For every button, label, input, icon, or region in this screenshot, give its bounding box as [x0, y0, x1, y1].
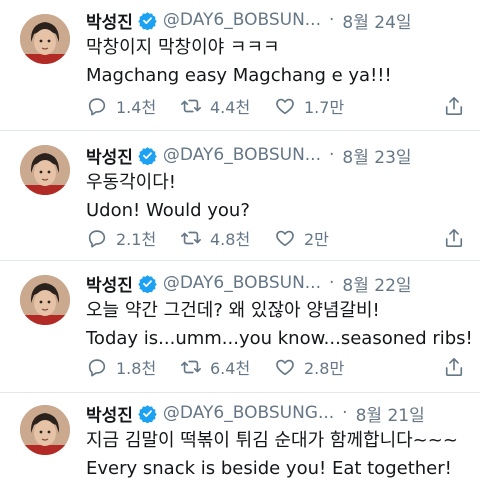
avatar[interactable] [20, 14, 70, 64]
retweet-count: 4.4천 [210, 98, 251, 117]
tweet-text: 막창이지 막창이야 ㅋㅋㅋ Magchang easy Magchang e y… [86, 34, 472, 90]
tweet-text: 오늘 약간 그건데? 왜 있잖아 양념갈비! Today is...umm...… [86, 297, 473, 353]
retweet-icon [181, 99, 201, 113]
retweet-button[interactable]: 6.4천 [180, 355, 274, 379]
author-handle[interactable]: @DAY6_BOBSUN... [163, 10, 321, 30]
tweet[interactable]: 박성진 @DAY6_BOBSUN... · 8월 22일 오늘 약간 그건데? … [0, 261, 480, 393]
reply-icon [88, 359, 106, 377]
reply-button[interactable]: 1.4천 [86, 94, 180, 118]
like-count: 2만 [304, 230, 329, 249]
tweet-text-english: Udon! Would you? [86, 200, 250, 221]
author-handle[interactable]: @DAY6_BOBSUN... [163, 145, 321, 165]
like-button[interactable]: 1.7만 [274, 94, 368, 118]
tweet-actions: 1.8천 6.4천 2.8만 [86, 354, 464, 380]
author-handle[interactable]: @DAY6_BOBSUN... [163, 273, 321, 293]
tweet-actions: 1.4천 4.4천 1.7만 [86, 93, 464, 119]
author-handle[interactable]: @DAY6_BOBSUNG... [163, 403, 334, 423]
like-count: 1.7만 [304, 98, 345, 117]
share-button[interactable] [444, 95, 464, 117]
reply-count: 2.1천 [116, 230, 157, 249]
retweet-count: 4.8천 [210, 230, 251, 249]
author-name[interactable]: 박성진 [86, 143, 133, 168]
reply-button[interactable]: 1.8천 [86, 355, 180, 379]
verified-badge-icon [138, 11, 157, 30]
tweet-feed: 박성진 @DAY6_BOBSUN... · 8월 24일 막창이지 막창이야 ㅋ… [0, 0, 480, 489]
tweet-text-korean: 오늘 약간 그건데? 왜 있잖아 양념갈비! [86, 300, 380, 321]
tweet[interactable]: 박성진 @DAY6_BOBSUNG... · 8월 21일 지금 김말이 떡볶이… [0, 393, 480, 489]
share-button[interactable] [444, 356, 464, 378]
tweet-text-korean: 우동각이다! [86, 172, 177, 193]
author-name[interactable]: 박성진 [86, 8, 133, 33]
tweet-text: 지금 김말이 떡볶이 튀김 순대가 함께합니다~~~ Every snack i… [86, 427, 472, 483]
share-icon [445, 358, 463, 376]
avatar[interactable] [20, 275, 70, 325]
reply-icon [88, 98, 106, 116]
like-icon [276, 359, 294, 376]
tweet-text-english: Today is...umm...you know...seasoned rib… [86, 328, 473, 349]
tweet-header: 박성진 @DAY6_BOBSUN... · 8월 23일 [86, 143, 466, 167]
verified-badge-icon [138, 146, 157, 165]
separator-dot: · [329, 10, 335, 30]
author-name[interactable]: 박성진 [86, 271, 133, 296]
reply-count: 1.4천 [116, 98, 157, 117]
tweet-date[interactable]: 8월 21일 [356, 401, 425, 426]
tweet-date[interactable]: 8월 22일 [342, 271, 411, 296]
retweet-count: 6.4천 [210, 359, 251, 378]
share-icon [445, 97, 463, 115]
share-button[interactable] [444, 227, 464, 249]
like-count: 2.8만 [304, 359, 345, 378]
tweet-text-english: Magchang easy Magchang e ya!!! [86, 65, 392, 86]
verified-badge-icon [138, 274, 157, 293]
verified-badge-icon [138, 404, 157, 423]
reply-icon [88, 230, 106, 248]
tweet-text-english: Every snack is beside you! Eat together! [86, 458, 452, 479]
avatar[interactable] [20, 145, 70, 195]
author-name[interactable]: 박성진 [86, 401, 133, 426]
retweet-icon [181, 231, 201, 245]
tweet-actions: 2.1천 4.8천 2만 [86, 225, 464, 251]
tweet[interactable]: 박성진 @DAY6_BOBSUN... · 8월 24일 막창이지 막창이야 ㅋ… [0, 0, 480, 131]
tweet-header: 박성진 @DAY6_BOBSUNG... · 8월 21일 [86, 401, 466, 425]
tweet-text: 우동각이다! Udon! Would you? [86, 169, 472, 225]
tweet-date[interactable]: 8월 24일 [342, 8, 411, 33]
like-button[interactable]: 2만 [274, 226, 368, 250]
like-icon [276, 98, 294, 115]
tweet-header: 박성진 @DAY6_BOBSUN... · 8월 24일 [86, 8, 466, 32]
separator-dot: · [329, 145, 335, 165]
retweet-button[interactable]: 4.4천 [180, 94, 274, 118]
avatar[interactable] [20, 405, 70, 455]
reply-count: 1.8천 [116, 359, 157, 378]
tweet-date[interactable]: 8월 23일 [342, 143, 411, 168]
retweet-button[interactable]: 4.8천 [180, 226, 274, 250]
tweet-text-korean: 지금 김말이 떡볶이 튀김 순대가 함께합니다~~~ [86, 430, 458, 451]
reply-button[interactable]: 2.1천 [86, 226, 180, 250]
retweet-icon [181, 360, 201, 374]
like-icon [276, 230, 294, 247]
tweet-header: 박성진 @DAY6_BOBSUN... · 8월 22일 [86, 271, 466, 295]
tweet-text-korean: 막창이지 막창이야 ㅋㅋㅋ [86, 37, 280, 58]
share-icon [445, 229, 463, 247]
tweet[interactable]: 박성진 @DAY6_BOBSUN... · 8월 23일 우동각이다! Udon… [0, 131, 480, 261]
separator-dot: · [329, 273, 335, 293]
separator-dot: · [342, 403, 348, 423]
like-button[interactable]: 2.8만 [274, 355, 368, 379]
